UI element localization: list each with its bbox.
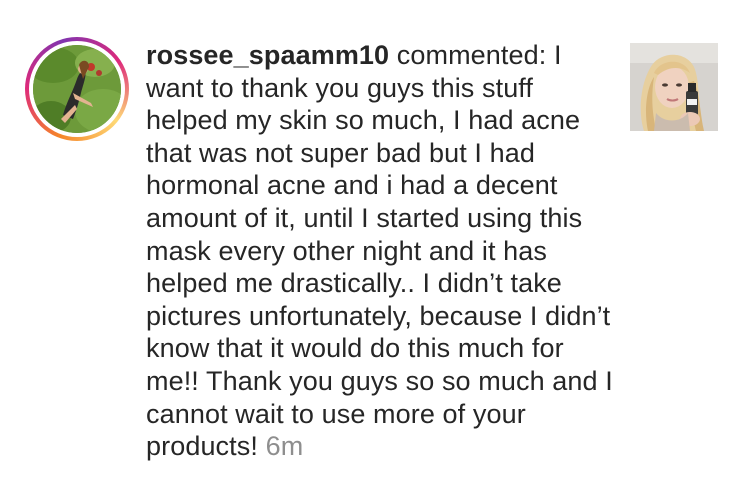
action-text: commented: xyxy=(396,40,547,70)
post-thumbnail-image xyxy=(630,43,718,131)
username-link[interactable]: rossee_spaamm10 xyxy=(146,40,389,70)
comment-notification[interactable]: rossee_spaamm10 commented: I want to tha… xyxy=(0,0,750,481)
timestamp: 6m xyxy=(265,431,304,462)
comment-text: rossee_spaamm10 commented: I want to tha… xyxy=(146,39,616,463)
avatar-photo xyxy=(33,45,121,133)
story-ring[interactable] xyxy=(25,37,129,141)
comment-body: I want to thank you guys this stuff help… xyxy=(146,40,613,462)
avatar[interactable] xyxy=(33,45,121,133)
post-thumbnail[interactable] xyxy=(630,43,718,131)
